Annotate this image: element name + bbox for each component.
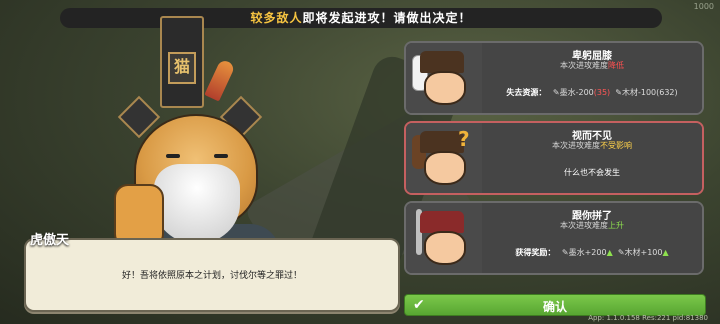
avatar-hat xyxy=(420,211,464,233)
ink-icon: ✎ xyxy=(561,248,569,257)
wood-icon: ✎ xyxy=(615,88,622,97)
option-avatar: ? xyxy=(406,123,482,193)
avatar-face xyxy=(424,231,466,265)
option-difficulty: 本次进攻难度上升 xyxy=(482,220,702,231)
option-avatar xyxy=(406,203,482,273)
difficulty-prefix: 本次进攻难度 xyxy=(560,61,608,70)
difficulty-prefix: 本次进攻难度 xyxy=(552,141,600,150)
option-ignore[interactable]: ? 视而不见 本次进攻难度不受影响 什么也不会发生 xyxy=(404,121,704,195)
avatar-face xyxy=(424,71,466,105)
speaker-name: 虎傲天 xyxy=(30,233,70,248)
wood-cost: 木材-100 xyxy=(621,88,657,97)
confirm-button[interactable]: ✔ 确认 xyxy=(404,294,706,316)
ink-cost: 墨水-200 xyxy=(559,88,594,97)
option-info: 卑躬屈膝 本次进攻难度降低 失去资源： ✎墨水-200(35) ✎木材-100(… xyxy=(482,43,702,113)
dialogue-text: 好！吾将依照原本之计划，讨伐尔等之罪过！ xyxy=(121,271,302,281)
tiger-eye-left xyxy=(166,154,180,158)
option-info: 视而不见 本次进攻难度不受影响 什么也不会发生 xyxy=(482,123,702,193)
tiger-character: 猫 xyxy=(100,14,300,274)
version-label: 1000 xyxy=(693,2,714,11)
banner-text: 即将发起进攻！请做出决定！ xyxy=(302,11,472,25)
hat-plate: 猫 xyxy=(168,52,196,84)
option-info: 跟你拼了 本次进攻难度上升 获得奖励： ✎墨水+200▲ ✎木材+100▲ xyxy=(482,203,702,273)
wood-reward: 木材+100 xyxy=(624,248,663,257)
difficulty-value: 降低 xyxy=(608,61,624,70)
build-info: App: 1.1.0.158 Res:221 pid:81380 xyxy=(588,314,708,322)
difficulty-prefix: 本次进攻难度 xyxy=(560,221,608,230)
dialogue-box[interactable]: 好！吾将依照原本之计划，讨伐尔等之罪过！ xyxy=(24,238,400,312)
game-stage: 1000 较多敌人即将发起进攻！请做出决定！ 猫 虎傲天 好！吾将依照原本之计划… xyxy=(0,0,720,324)
difficulty-value: 上升 xyxy=(608,221,624,230)
option-difficulty: 本次进攻难度不受影响 xyxy=(482,140,702,151)
difficulty-value: 不受影响 xyxy=(600,141,632,150)
hat-feather-icon xyxy=(204,58,236,102)
cost-label: 失去资源： xyxy=(506,88,547,97)
avatar-hat xyxy=(420,51,464,73)
ink-owned: (35) xyxy=(593,88,611,97)
confirm-label: 确认 xyxy=(542,300,567,314)
tiger-eye-right xyxy=(214,154,228,158)
option-fight[interactable]: 跟你拼了 本次进攻难度上升 获得奖励： ✎墨水+200▲ ✎木材+100▲ xyxy=(404,201,704,275)
ink-reward: 墨水+200 xyxy=(568,248,607,257)
tiger-beard xyxy=(154,164,240,244)
question-mark-icon: ? xyxy=(458,127,470,151)
option-result: 什么也不会发生 xyxy=(564,168,620,177)
avatar-face xyxy=(424,151,466,185)
reward-label: 获得奖励： xyxy=(515,248,556,257)
option-cost: 失去资源： ✎墨水-200(35) ✎木材-100(632) xyxy=(482,87,702,98)
option-difficulty: 本次进攻难度降低 xyxy=(482,60,702,71)
up-arrow-icon: ▲ xyxy=(606,248,613,257)
option-surrender[interactable]: 卑躬屈膝 本次进攻难度降低 失去资源： ✎墨水-200(35) ✎木材-100(… xyxy=(404,41,704,115)
option-avatar xyxy=(406,43,482,113)
option-reward: 获得奖励： ✎墨水+200▲ ✎木材+100▲ xyxy=(482,247,702,258)
wood-icon: ✎ xyxy=(617,248,625,257)
official-hat: 猫 xyxy=(160,16,204,108)
ink-icon: ✎ xyxy=(552,88,560,97)
up-arrow-icon: ▲ xyxy=(662,248,669,257)
wood-owned: (632) xyxy=(656,88,678,97)
